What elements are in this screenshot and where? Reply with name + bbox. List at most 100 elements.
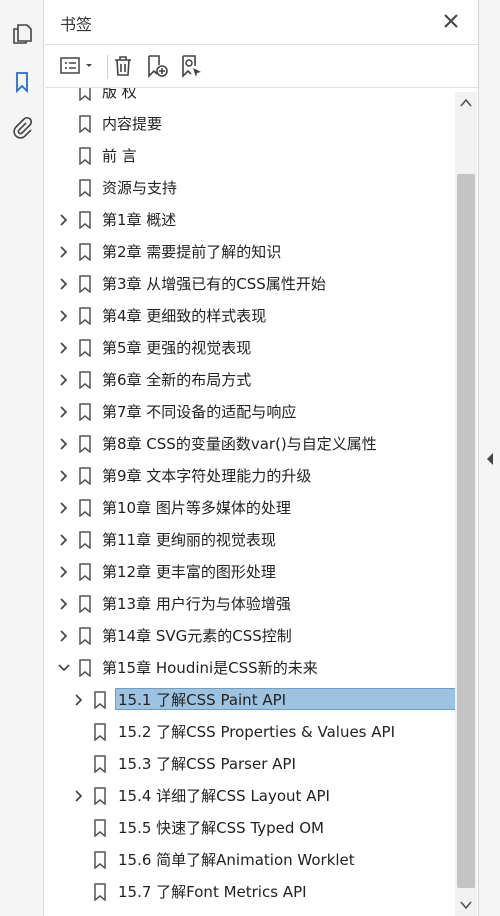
pages-icon[interactable]: [10, 22, 34, 46]
bookmark-label: 第2章 需要提前了解的知识: [102, 243, 282, 261]
bookmark-label: 第5章 更强的视觉表现: [102, 339, 252, 357]
bookmark-icon: [79, 403, 91, 421]
bookmark-item[interactable]: 第6章 全新的布局方式: [45, 364, 455, 396]
bookmark-icon: [79, 595, 91, 613]
bookmark-label: 第10章 图片等多媒体的处理: [102, 499, 291, 517]
delete-icon[interactable]: [111, 54, 135, 78]
bookmark-label: 第12章 更丰富的图形处理: [102, 563, 276, 581]
bookmark-item[interactable]: 第5章 更强的视觉表现: [45, 332, 455, 364]
vertical-scrollbar[interactable]: [455, 92, 477, 916]
bookmark-icon: [94, 819, 106, 837]
bookmark-icon: [79, 115, 91, 133]
bookmark-item[interactable]: 15.4 详细了解CSS Layout API: [45, 780, 455, 812]
bookmark-icon: [79, 307, 91, 325]
bookmark-label: 第1章 概述: [102, 211, 177, 229]
chevron-right-icon[interactable]: [57, 501, 71, 515]
chevron-right-icon[interactable]: [57, 277, 71, 291]
bookmark-label: 15.2 了解CSS Properties & Values API: [118, 723, 395, 741]
bookmark-label: 第13章 用户行为与体验增强: [102, 595, 291, 613]
scroll-down-arrow-icon[interactable]: [460, 900, 472, 910]
bookmark-label: 第14章 SVG元素的CSS控制: [102, 627, 292, 645]
bookmark-icon: [94, 883, 106, 901]
bookmark-item[interactable]: 第4章 更细致的样式表现: [45, 300, 455, 332]
bookmark-icon: [79, 243, 91, 261]
toolbar-separator: [107, 55, 108, 79]
bookmark-icon: [79, 275, 91, 293]
bookmark-item[interactable]: 15.7 了解Font Metrics API: [45, 876, 455, 908]
bookmark-item[interactable]: 第2章 需要提前了解的知识: [45, 236, 455, 268]
chevron-right-icon[interactable]: [57, 597, 71, 611]
left-navigation-rail: [0, 0, 44, 916]
chevron-right-icon[interactable]: [72, 693, 86, 707]
scroll-up-arrow-icon[interactable]: [460, 98, 472, 108]
bookmark-item[interactable]: 第8章 CSS的变量函数var()与自定义属性: [45, 428, 455, 460]
bookmark-label: 15.4 详细了解CSS Layout API: [118, 787, 330, 805]
bookmark-item[interactable]: 第7章 不同设备的适配与响应: [45, 396, 455, 428]
bookmark-icon: [79, 88, 91, 101]
bookmark-item[interactable]: 前 言: [45, 140, 455, 172]
bookmark-item[interactable]: 第11章 更绚丽的视觉表现: [45, 524, 455, 556]
bookmark-label: 15.7 了解Font Metrics API: [118, 883, 307, 901]
bookmark-label: 第8章 CSS的变量函数var()与自定义属性: [102, 435, 377, 453]
bookmark-item[interactable]: 第1章 概述: [45, 204, 455, 236]
bookmark-item[interactable]: 15.2 了解CSS Properties & Values API: [45, 716, 455, 748]
bookmark-item[interactable]: 第3章 从增强已有的CSS属性开始: [45, 268, 455, 300]
collapse-panel-strip[interactable]: [478, 0, 500, 916]
collapse-left-arrow-icon[interactable]: [485, 452, 495, 466]
bookmark-item[interactable]: 内容提要: [45, 108, 455, 140]
bookmark-icon: [79, 659, 91, 677]
bookmark-item[interactable]: 第14章 SVG元素的CSS控制: [45, 620, 455, 652]
chevron-right-icon[interactable]: [57, 309, 71, 323]
chevron-down-icon[interactable]: [57, 661, 71, 675]
new-bookmark-icon[interactable]: [145, 54, 169, 78]
scrollbar-thumb[interactable]: [457, 174, 475, 888]
bookmark-item-selected[interactable]: 15.1 了解CSS Paint API: [45, 684, 455, 716]
chevron-right-icon[interactable]: [57, 533, 71, 547]
bookmark-item[interactable]: 第9章 文本字符处理能力的升级: [45, 460, 455, 492]
bookmarks-icon[interactable]: [10, 70, 34, 94]
bookmark-icon: [79, 627, 91, 645]
bookmark-item[interactable]: 15.5 快速了解CSS Typed OM: [45, 812, 455, 844]
bookmark-item[interactable]: 资源与支持: [45, 172, 455, 204]
bookmark-tree: 版 权内容提要前 言资源与支持第1章 概述第2章 需要提前了解的知识第3章 从增…: [45, 88, 455, 916]
chevron-right-icon[interactable]: [57, 469, 71, 483]
bookmark-icon: [79, 179, 91, 197]
bookmark-label: 第6章 全新的布局方式: [102, 371, 252, 389]
options-menu-icon[interactable]: [59, 54, 97, 78]
chevron-right-icon[interactable]: [57, 245, 71, 259]
chevron-right-icon[interactable]: [57, 405, 71, 419]
bookmark-item[interactable]: 第15章 Houdini是CSS新的未来: [45, 652, 455, 684]
chevron-right-icon[interactable]: [57, 437, 71, 451]
bookmark-label: 15.6 简单了解Animation Worklet: [118, 851, 355, 869]
bookmarks-toolbar: [45, 44, 478, 88]
chevron-right-icon[interactable]: [57, 629, 71, 643]
bookmark-label: 15.1 了解CSS Paint API: [115, 688, 455, 710]
bookmark-label: 第7章 不同设备的适配与响应: [102, 403, 297, 421]
bookmark-label: 前 言: [102, 147, 137, 165]
bookmarks-panel: 书签 版 权内容提要前 言资源与支持第1章 概述第2章 需要提前了解的知识第3章…: [45, 0, 478, 916]
bookmark-item[interactable]: 15.3 了解CSS Parser API: [45, 748, 455, 780]
bookmark-icon: [79, 339, 91, 357]
panel-title: 书签: [60, 15, 93, 34]
chevron-right-icon[interactable]: [57, 213, 71, 227]
bookmark-item[interactable]: 第10章 图片等多媒体的处理: [45, 492, 455, 524]
bookmark-item[interactable]: 15.6 简单了解Animation Worklet: [45, 844, 455, 876]
new-bookmark-from-structure-icon[interactable]: [179, 54, 203, 78]
bookmark-item[interactable]: 第12章 更丰富的图形处理: [45, 556, 455, 588]
bookmark-icon: [94, 755, 106, 773]
attachments-icon[interactable]: [10, 116, 34, 140]
close-icon[interactable]: [442, 12, 460, 30]
bookmark-icon: [79, 531, 91, 549]
bookmark-icon: [79, 371, 91, 389]
chevron-right-icon[interactable]: [72, 789, 86, 803]
chevron-right-icon[interactable]: [57, 373, 71, 387]
bookmark-label: 资源与支持: [102, 179, 178, 197]
bookmark-label: 第15章 Houdini是CSS新的未来: [102, 659, 318, 677]
chevron-right-icon[interactable]: [57, 565, 71, 579]
bookmark-item[interactable]: 版 权: [45, 88, 455, 108]
bookmark-icon: [79, 563, 91, 581]
bookmark-label: 第3章 从增强已有的CSS属性开始: [102, 275, 326, 293]
chevron-right-icon[interactable]: [57, 341, 71, 355]
bookmark-item[interactable]: 第13章 用户行为与体验增强: [45, 588, 455, 620]
bookmark-label: 15.5 快速了解CSS Typed OM: [118, 819, 324, 837]
